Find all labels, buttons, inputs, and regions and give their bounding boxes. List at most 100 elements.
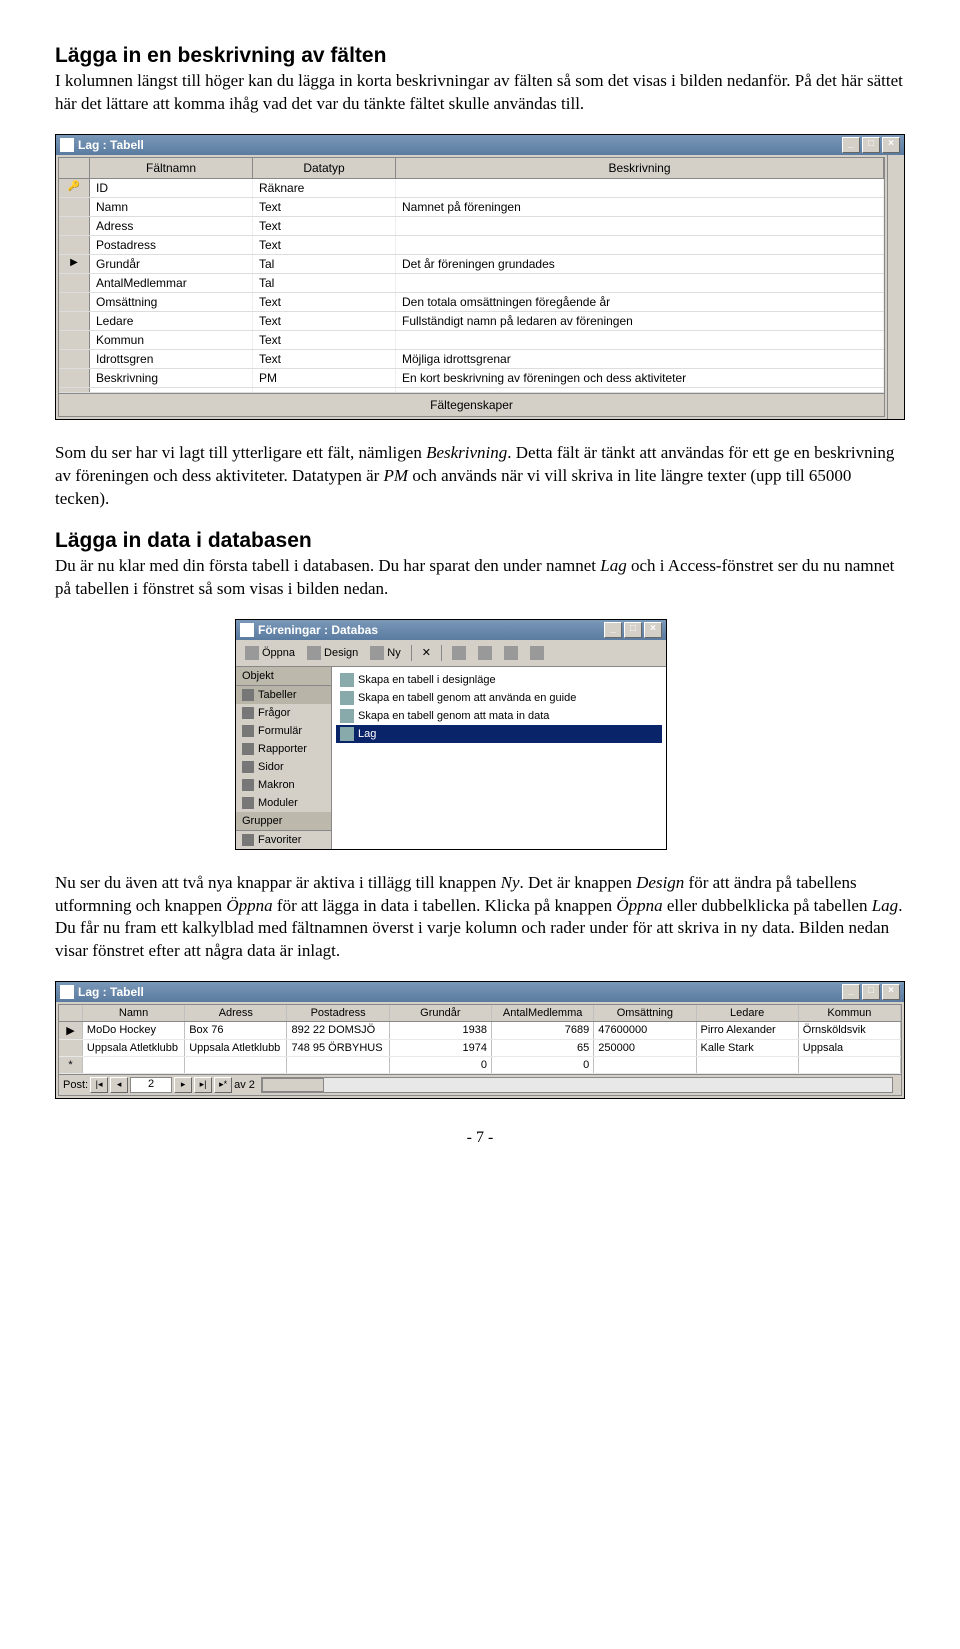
row-selector[interactable] xyxy=(59,198,90,216)
maximize-button[interactable]: □ xyxy=(862,137,880,153)
field-name-cell[interactable]: Kommun xyxy=(90,331,253,349)
data-cell[interactable]: 65 xyxy=(492,1040,594,1056)
field-desc-cell[interactable]: Den totala omsättningen föregående år xyxy=(396,293,884,311)
row-selector[interactable]: 🔑 xyxy=(59,179,90,197)
column-header[interactable]: Kommun xyxy=(799,1005,901,1021)
object-item[interactable]: Makron xyxy=(236,776,331,794)
data-cell[interactable]: 0 xyxy=(390,1057,492,1073)
data-cell[interactable]: Kalle Stark xyxy=(697,1040,799,1056)
view-list-icon[interactable] xyxy=(499,643,523,663)
row-selector[interactable]: ▶ xyxy=(59,255,90,273)
field-type-cell[interactable]: Text xyxy=(253,217,396,235)
row-selector[interactable] xyxy=(59,331,90,349)
field-name-cell[interactable] xyxy=(90,388,253,392)
field-type-cell[interactable]: Tal xyxy=(253,255,396,273)
field-name-cell[interactable]: Postadress xyxy=(90,236,253,254)
column-header[interactable]: AntalMedlemma xyxy=(492,1005,594,1021)
row-selector[interactable] xyxy=(59,388,90,392)
design-button[interactable]: Design xyxy=(302,643,363,663)
field-type-cell[interactable]: Räknare xyxy=(253,179,396,197)
field-name-cell[interactable]: AntalMedlemmar xyxy=(90,274,253,292)
data-cell[interactable] xyxy=(287,1057,389,1073)
data-row[interactable]: Uppsala AtletklubbUppsala Atletklubb748 … xyxy=(59,1040,901,1057)
design-row[interactable]: Kommun Text xyxy=(59,331,884,350)
group-item[interactable]: Favoriter xyxy=(236,831,331,849)
design-titlebar[interactable]: Lag : Tabell _ □ × xyxy=(56,135,904,155)
data-cell[interactable]: Örnsköldsvik xyxy=(799,1022,901,1039)
minimize-button[interactable]: _ xyxy=(604,622,622,638)
object-item[interactable]: Frågor xyxy=(236,704,331,722)
data-cell[interactable]: 7689 xyxy=(492,1022,594,1039)
minimize-button[interactable]: _ xyxy=(842,137,860,153)
data-cell[interactable]: Uppsala Atletklubb xyxy=(185,1040,287,1056)
maximize-button[interactable]: □ xyxy=(862,984,880,1000)
design-row[interactable]: ▶ Grundår Tal Det år föreningen grundade… xyxy=(59,255,884,274)
design-row[interactable]: AntalMedlemmar Tal xyxy=(59,274,884,293)
nav-next-button[interactable]: ▸ xyxy=(174,1077,192,1093)
data-row[interactable]: * 00 xyxy=(59,1057,901,1074)
column-header[interactable]: Postadress xyxy=(287,1005,389,1021)
object-item[interactable]: Rapporter xyxy=(236,740,331,758)
field-desc-cell[interactable] xyxy=(396,217,884,235)
field-type-cell[interactable]: Text xyxy=(253,350,396,368)
row-selector[interactable]: ▶ xyxy=(59,1022,83,1039)
row-selector[interactable] xyxy=(59,1040,83,1056)
design-row[interactable]: Beskrivning PM En kort beskrivning av fö… xyxy=(59,369,884,388)
nav-last-button[interactable]: ▸| xyxy=(194,1077,212,1093)
object-item[interactable]: Sidor xyxy=(236,758,331,776)
design-row[interactable]: Postadress Text xyxy=(59,236,884,255)
vertical-scrollbar[interactable] xyxy=(887,155,904,419)
row-selector[interactable] xyxy=(59,217,90,235)
list-pane[interactable]: Skapa en tabell i designlägeSkapa en tab… xyxy=(332,667,666,849)
data-cell[interactable]: Pirro Alexander xyxy=(697,1022,799,1039)
data-cell[interactable]: 0 xyxy=(492,1057,594,1073)
data-cell[interactable]: Uppsala Atletklubb xyxy=(83,1040,185,1056)
design-row[interactable]: Omsättning Text Den totala omsättningen … xyxy=(59,293,884,312)
col-header-desc[interactable]: Beskrivning xyxy=(396,158,884,178)
column-header[interactable]: Ledare xyxy=(697,1005,799,1021)
data-cell[interactable] xyxy=(697,1057,799,1073)
data-cell[interactable]: 748 95 ÖRBYHUS xyxy=(287,1040,389,1056)
object-item[interactable]: Tabeller xyxy=(236,686,331,704)
nav-new-button[interactable]: ▸* xyxy=(214,1077,232,1093)
data-cell[interactable]: 892 22 DOMSJÖ xyxy=(287,1022,389,1039)
design-row[interactable]: Idrottsgren Text Möjliga idrottsgrenar xyxy=(59,350,884,369)
data-cell[interactable]: 1974 xyxy=(390,1040,492,1056)
column-header[interactable]: Omsättning xyxy=(594,1005,696,1021)
nav-prev-button[interactable]: ◂ xyxy=(110,1077,128,1093)
object-item[interactable]: Moduler xyxy=(236,794,331,812)
field-type-cell[interactable]: Tal xyxy=(253,274,396,292)
data-cell[interactable]: 1938 xyxy=(390,1022,492,1039)
create-option[interactable]: Skapa en tabell genom att använda en gui… xyxy=(336,689,662,707)
design-row[interactable]: Ledare Text Fullständigt namn på ledaren… xyxy=(59,312,884,331)
data-cell[interactable]: Uppsala xyxy=(799,1040,901,1056)
row-selector[interactable]: * xyxy=(59,1057,83,1073)
data-cell[interactable] xyxy=(185,1057,287,1073)
new-button[interactable]: Ny xyxy=(365,643,405,663)
maximize-button[interactable]: □ xyxy=(624,622,642,638)
field-desc-cell[interactable]: Fullständigt namn på ledaren av förening… xyxy=(396,312,884,330)
col-header-type[interactable]: Datatyp xyxy=(253,158,396,178)
field-desc-cell[interactable] xyxy=(396,179,884,197)
object-item[interactable]: Formulär xyxy=(236,722,331,740)
field-name-cell[interactable]: Ledare xyxy=(90,312,253,330)
db-titlebar[interactable]: Föreningar : Databas _ □ × xyxy=(236,620,666,640)
field-desc-cell[interactable]: Namnet på föreningen xyxy=(396,198,884,216)
view-details-icon[interactable] xyxy=(525,643,549,663)
data-cell[interactable] xyxy=(83,1057,185,1073)
field-desc-cell[interactable]: En kort beskrivning av föreningen och de… xyxy=(396,369,884,387)
field-name-cell[interactable]: Namn xyxy=(90,198,253,216)
field-desc-cell[interactable]: Det år föreningen grundades xyxy=(396,255,884,273)
datasheet-grid[interactable]: NamnAdressPostadressGrundårAntalMedlemma… xyxy=(58,1004,902,1096)
data-cell[interactable]: MoDo Hockey xyxy=(83,1022,185,1039)
delete-button[interactable]: ✕ xyxy=(417,643,436,662)
minimize-button[interactable]: _ xyxy=(842,984,860,1000)
nav-first-button[interactable]: |◂ xyxy=(90,1077,108,1093)
row-selector[interactable] xyxy=(59,293,90,311)
row-selector[interactable] xyxy=(59,312,90,330)
design-row[interactable]: Namn Text Namnet på föreningen xyxy=(59,198,884,217)
column-header[interactable]: Grundår xyxy=(390,1005,492,1021)
field-desc-cell[interactable]: Möjliga idrottsgrenar xyxy=(396,350,884,368)
field-type-cell[interactable]: Text xyxy=(253,236,396,254)
create-option[interactable]: Skapa en tabell i designläge xyxy=(336,671,662,689)
